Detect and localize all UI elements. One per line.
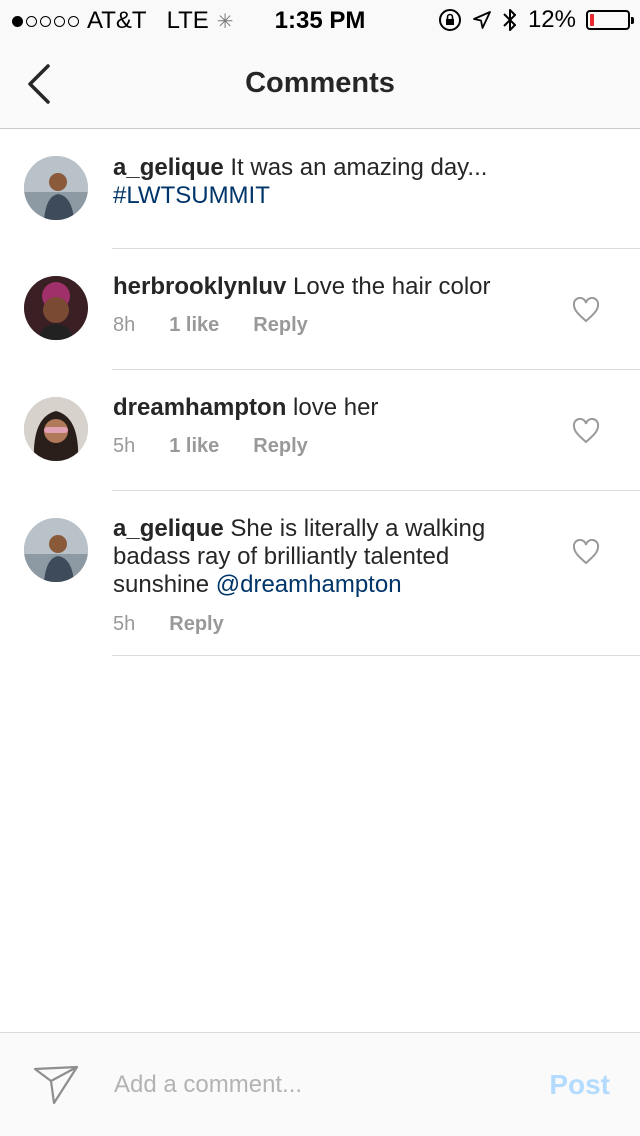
comment-time: 8h <box>113 314 136 336</box>
divider <box>112 655 640 656</box>
heart-icon[interactable] <box>572 539 600 565</box>
avatar-image <box>24 156 88 220</box>
avatar-image <box>24 397 88 461</box>
comment-composer: Post <box>0 1032 640 1136</box>
battery-icon <box>586 10 634 30</box>
comment-input[interactable] <box>114 1065 514 1105</box>
chevron-left-icon[interactable] <box>22 62 62 106</box>
comment-username[interactable]: a_gelique <box>113 154 224 181</box>
caption-comment: a_gelique It was an amazing day... #LWTS… <box>0 130 640 249</box>
comment-username[interactable]: a_gelique <box>113 515 224 542</box>
battery-percent: 12% <box>527 6 576 33</box>
comment-body: herbrooklynluv Love the hair color 8h 1 … <box>113 273 533 339</box>
comment-body: a_gelique She is literally a walking bad… <box>113 515 533 638</box>
reply-button[interactable]: Reply <box>253 311 307 339</box>
comment-time: 5h <box>113 435 136 457</box>
avatar[interactable] <box>24 276 88 340</box>
post-button[interactable]: Post <box>549 1069 610 1101</box>
hashtag-link[interactable]: #LWTSUMMIT <box>113 182 270 209</box>
reply-button[interactable]: Reply <box>253 432 307 460</box>
comment-meta: 5h Reply <box>113 610 533 638</box>
comment-text: love her <box>293 394 379 421</box>
comments-screen: AT&T LTE ✳ 1:35 PM 12% Comments a_geliqu… <box>0 0 640 1136</box>
send-icon[interactable] <box>32 1063 80 1107</box>
avatar-image <box>24 518 88 582</box>
avatar[interactable] <box>24 156 88 220</box>
navigation-bar: Comments <box>0 40 640 129</box>
comment-item: dreamhampton love her 5h 1 like Reply <box>0 370 640 491</box>
location-arrow-icon <box>473 11 491 29</box>
avatar[interactable] <box>24 397 88 461</box>
avatar-image <box>24 276 88 340</box>
page-title: Comments <box>245 67 395 99</box>
comment-text: It was an amazing day... <box>230 154 488 181</box>
heart-icon[interactable] <box>572 297 600 323</box>
heart-icon[interactable] <box>572 418 600 444</box>
comment-list: a_gelique It was an amazing day... #LWTS… <box>0 130 640 657</box>
comment-text: Love the hair color <box>293 273 491 300</box>
status-bar: AT&T LTE ✳ 1:35 PM 12% <box>0 0 640 40</box>
comment-item: herbrooklynluv Love the hair color 8h 1 … <box>0 249 640 370</box>
likes-count[interactable]: 1 like <box>169 311 219 339</box>
likes-count[interactable]: 1 like <box>169 432 219 460</box>
avatar[interactable] <box>24 518 88 582</box>
status-right: 12% <box>438 6 634 34</box>
comment-meta: 5h 1 like Reply <box>113 432 533 460</box>
comment-body: a_gelique It was an amazing day... #LWTS… <box>113 154 533 210</box>
comment-item: a_gelique She is literally a walking bad… <box>0 491 640 657</box>
comment-username[interactable]: herbrooklynluv <box>113 273 286 300</box>
bluetooth-icon <box>503 9 516 31</box>
battery-level-fill <box>590 14 594 26</box>
mention-link[interactable]: @dreamhampton <box>216 571 402 598</box>
reply-button[interactable]: Reply <box>169 610 223 638</box>
comment-meta: 8h 1 like Reply <box>113 311 533 339</box>
comment-body: dreamhampton love her 5h 1 like Reply <box>113 394 533 460</box>
rotation-lock-icon <box>438 9 461 31</box>
comment-time: 5h <box>113 613 136 635</box>
comment-username[interactable]: dreamhampton <box>113 394 286 421</box>
page-title-container: Comments <box>0 67 640 100</box>
